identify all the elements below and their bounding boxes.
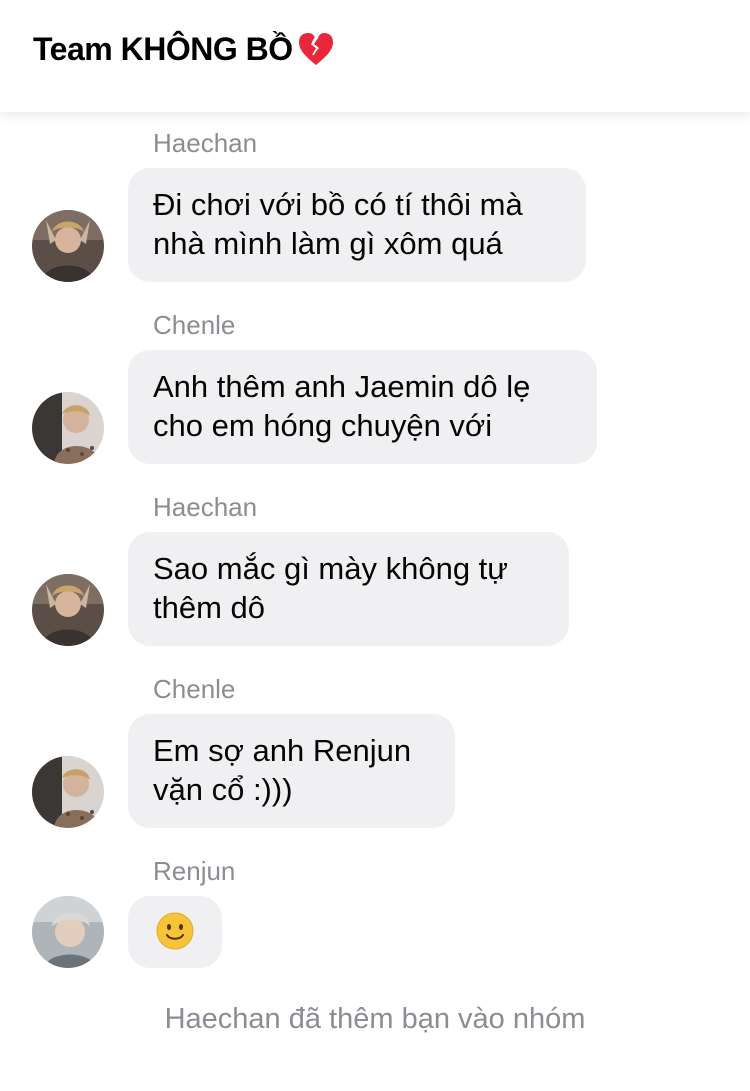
message-line: cho em hóng chuyện với — [153, 408, 493, 443]
chat-header: Team KHÔNG BỒ — [0, 0, 750, 112]
system-note: Haechan đã thêm bạn vào nhóm — [164, 1003, 586, 1035]
sender-name: Chenle — [153, 310, 236, 340]
slightly-smiling-face-icon — [156, 912, 194, 950]
message-line: Sao mắc gì mày không tự — [153, 551, 509, 586]
message-bubble[interactable]: Đi chơi với bồ có tí thôi mà nhà mình là… — [128, 168, 586, 282]
group-title-text: Team KHÔNG BỒ — [33, 30, 293, 67]
message-line: Em sợ anh Renjun — [153, 733, 412, 768]
sender-name: Haechan — [153, 492, 258, 522]
sender-name: Haechan — [153, 128, 258, 158]
message-line: nhà mình làm gì xôm quá — [153, 226, 503, 261]
message-bubble[interactable]: Em sợ anh Renjun vặn cổ :))) — [128, 714, 455, 828]
broken-heart-icon — [297, 30, 335, 68]
avatar-chenle[interactable] — [32, 392, 104, 464]
avatar-haechan[interactable] — [32, 574, 104, 646]
message-line: Đi chơi với bồ có tí thôi mà — [153, 187, 523, 222]
message-line: thêm dô — [153, 590, 266, 625]
avatar-renjun[interactable] — [32, 896, 104, 968]
message-line: Anh thêm anh Jaemin dô lẹ — [153, 369, 531, 404]
message-line: vặn cổ :))) — [153, 772, 293, 807]
avatar-chenle[interactable] — [32, 756, 104, 828]
sender-name: Renjun — [153, 856, 236, 886]
message-bubble[interactable]: Sao mắc gì mày không tự thêm dô — [128, 532, 569, 646]
group-title[interactable]: Team KHÔNG BỒ — [33, 30, 335, 68]
sender-name: Chenle — [153, 674, 236, 704]
message-bubble[interactable] — [128, 896, 222, 968]
message-bubble[interactable]: Anh thêm anh Jaemin dô lẹ cho em hóng ch… — [128, 350, 597, 464]
avatar-haechan[interactable] — [32, 210, 104, 282]
